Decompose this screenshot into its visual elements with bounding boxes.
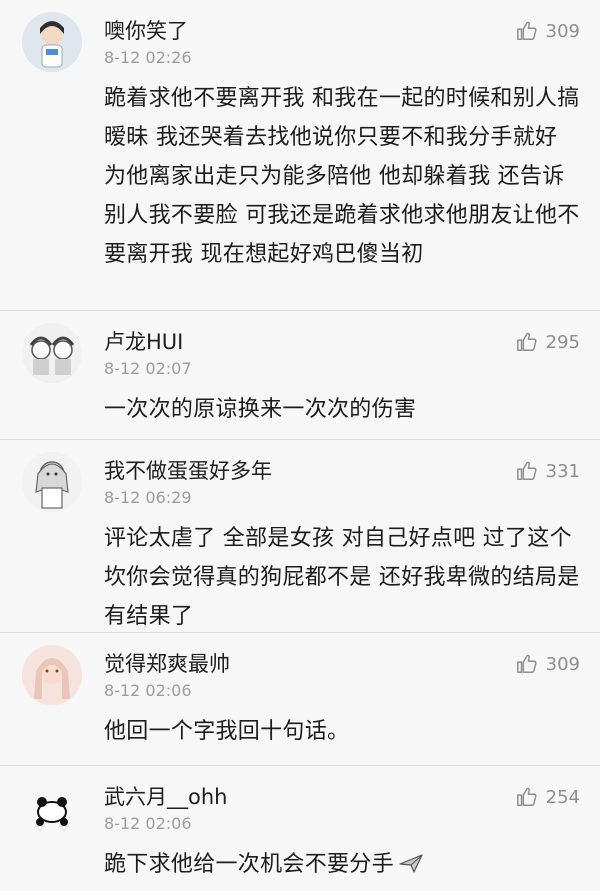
thumbs-up-icon [516, 21, 537, 40]
timestamp: 8-12 02:06 [104, 681, 192, 700]
like-count: 295 [545, 331, 580, 353]
timestamp: 8-12 02:07 [104, 359, 192, 378]
username[interactable]: 噢你笑了 [104, 18, 582, 44]
comment-text-content: 跪下求他给一次机会不要分手 [104, 852, 394, 877]
avatar-image [22, 645, 82, 705]
like-button[interactable]: 254 [516, 786, 580, 808]
avatar[interactable] [22, 323, 82, 383]
comment-item: 觉得郑爽最帅 8-12 02:06 309 他回一个字我回十句话。 [0, 633, 600, 766]
like-count: 309 [545, 20, 580, 42]
timestamp: 8-12 02:06 [104, 814, 192, 833]
thumbs-up-icon [516, 461, 537, 480]
comment-text: 他回一个字我回十句话。 [104, 719, 350, 744]
like-button[interactable]: 295 [516, 331, 580, 353]
timestamp: 8-12 06:29 [104, 488, 192, 507]
like-button[interactable]: 309 [516, 653, 580, 675]
avatar[interactable] [22, 12, 82, 72]
username[interactable]: 武六月__ohh [104, 784, 582, 810]
comment-text: 一次次的原谅换来一次次的伤害 [104, 397, 417, 422]
thumbs-up-icon [516, 332, 537, 351]
comment-text: 跪着求他不要离开我 和我在一起的时候和别人搞暧昧 我还哭着去找他说你只要不和我分… [104, 86, 580, 267]
like-count: 331 [545, 460, 580, 482]
avatar-image [22, 323, 82, 383]
like-count: 309 [545, 653, 580, 675]
avatar-image [22, 778, 82, 838]
username[interactable]: 觉得郑爽最帅 [104, 651, 582, 677]
thumbs-up-icon [516, 787, 537, 806]
timestamp: 8-12 02:26 [104, 48, 192, 67]
comment-item: 我不做蛋蛋好多年 8-12 06:29 331 评论太虐了 全部是女孩 对自己好… [0, 440, 600, 633]
comment-text: 跪下求他给一次机会不要分手 [104, 845, 582, 887]
comment-text: 评论太虐了 全部是女孩 对自己好点吧 过了这个坎你会觉得真的狗屁都不是 还好我卑… [104, 526, 580, 629]
comment-item: 武六月__ohh 8-12 02:06 254 跪下求他给一次机会不要分手 [0, 766, 600, 891]
avatar-image [22, 452, 82, 512]
avatar-image [22, 12, 82, 72]
avatar[interactable] [22, 452, 82, 512]
airplane-emoji-icon [398, 848, 424, 887]
thumbs-up-icon [516, 654, 537, 673]
username[interactable]: 我不做蛋蛋好多年 [104, 458, 582, 484]
avatar[interactable] [22, 645, 82, 705]
like-button[interactable]: 309 [516, 20, 580, 42]
avatar[interactable] [22, 778, 82, 838]
username[interactable]: 卢龙HUI [104, 329, 582, 355]
like-button[interactable]: 331 [516, 460, 580, 482]
like-count: 254 [545, 786, 580, 808]
comment-item: 卢龙HUI 8-12 02:07 295 一次次的原谅换来一次次的伤害 [0, 311, 600, 440]
comment-item: 噢你笑了 8-12 02:26 309 跪着求他不要离开我 和我在一起的时候和别… [0, 0, 600, 311]
